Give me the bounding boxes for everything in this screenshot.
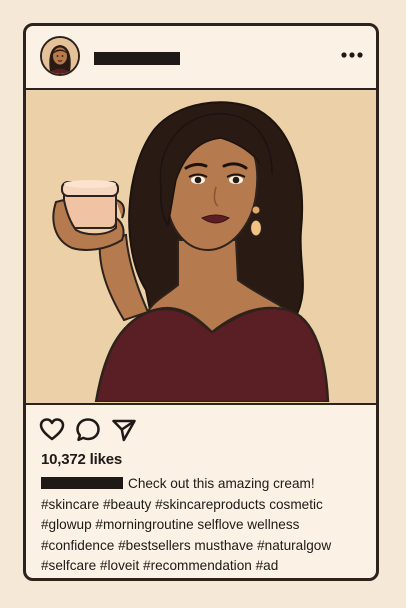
post-actions (38, 416, 138, 444)
username-redacted[interactable] (94, 52, 180, 65)
woman-holding-cream-illustration (26, 90, 376, 402)
likes-count[interactable]: 10,372 likes (41, 451, 122, 468)
post-caption: Check out this amazing cream! #skincare … (41, 474, 376, 577)
comment-button[interactable] (74, 416, 102, 444)
post-image[interactable] (26, 88, 376, 405)
caption-text: Check out this amazing cream! (128, 476, 315, 491)
hashtag-line: #confidence #bestsellers musthave #natur… (41, 537, 332, 553)
hashtag-line: #skincare #beauty #skincareproducts cosm… (41, 496, 323, 512)
post-header (26, 26, 376, 88)
caption-first-line: Check out this amazing cream! (41, 474, 376, 495)
like-button[interactable] (38, 416, 66, 444)
caption-username-redacted[interactable] (41, 477, 123, 489)
more-horizontal-icon (341, 52, 363, 58)
hashtag-line: #selfcare #loveit #recommendation #ad (41, 558, 279, 573)
heart-icon (39, 418, 65, 441)
avatar[interactable] (40, 36, 80, 76)
instagram-post: 10,372 likes Check out this amazing crea… (23, 23, 379, 581)
comment-bubble-icon (76, 418, 100, 442)
share-button[interactable] (110, 416, 138, 444)
paper-plane-icon (112, 419, 136, 442)
hashtag-line: #glowup #morningroutine selflove wellnes… (41, 517, 300, 532)
more-options-button[interactable] (338, 46, 366, 64)
